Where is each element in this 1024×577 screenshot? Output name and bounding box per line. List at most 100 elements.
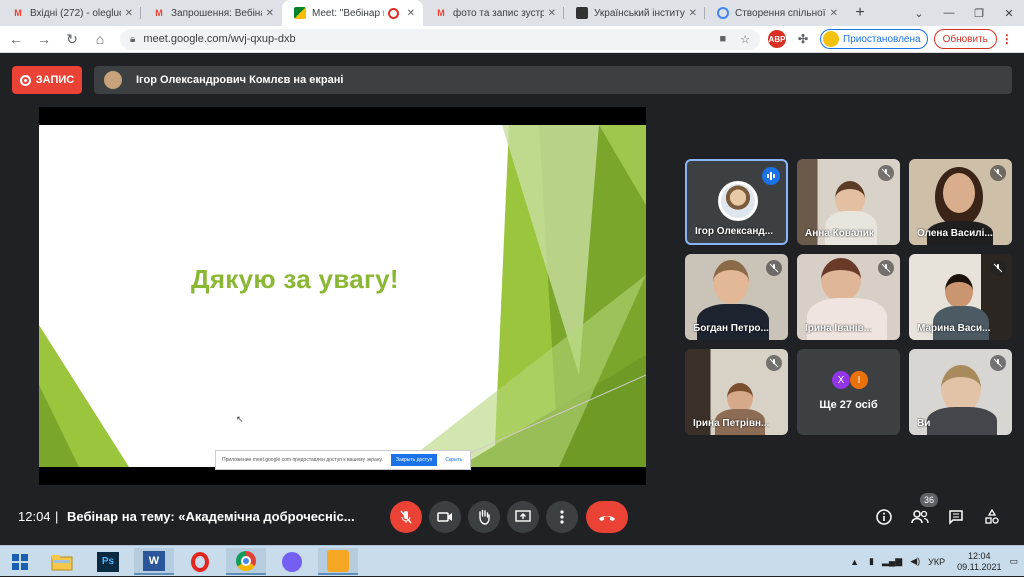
screen-share-notice: Приложение meet.google.com предоставлен … (215, 450, 471, 470)
tab-title: Український інститут (594, 7, 685, 19)
windows-start-icon[interactable] (0, 548, 40, 575)
hand-icon (479, 509, 490, 525)
participant-tile[interactable]: Ірина Петрівн... (685, 349, 788, 435)
camera-toggle-button[interactable] (429, 501, 461, 533)
forward-icon[interactable]: → (32, 27, 56, 51)
presentation-slide: Дякую за увагу! ↖ (39, 125, 646, 467)
more-options-button[interactable] (546, 501, 578, 533)
title-separator: | (55, 509, 59, 524)
gmail-icon: M (14, 8, 22, 18)
extensions-puzzle-icon[interactable]: ✣ (794, 30, 812, 48)
microphone-toggle-button[interactable] (390, 501, 422, 533)
muted-mic-icon (990, 355, 1006, 371)
activities-button[interactable] (981, 506, 1003, 528)
language-indicator[interactable]: УКР (928, 557, 945, 567)
participant-tile[interactable]: Ірина Іванів... (797, 254, 900, 340)
more-vert-icon (560, 510, 564, 524)
self-view-tile[interactable]: Ви (909, 349, 1012, 435)
meet-control-bar: 12:04 | Вебінар на тему: «Академічна доб… (0, 492, 1024, 542)
meeting-title: Вебінар на тему: «Академічна доброчесніс… (67, 509, 355, 524)
record-icon (19, 74, 31, 86)
tray-expand-icon[interactable]: ▲ (850, 557, 859, 567)
network-icon[interactable]: ▂▄▆ (882, 556, 902, 567)
taskbar-date: 09.11.2021 (957, 561, 1002, 572)
muted-mic-icon (990, 260, 1006, 276)
chat-icon (949, 510, 963, 525)
minimize-icon[interactable]: — (934, 0, 964, 26)
system-tray: ▲ ▮ ▂▄▆ ◀) УКР 12:04 09.11.2021 ▭ (850, 546, 1024, 577)
participant-avatar (718, 181, 758, 221)
people-button[interactable] (909, 506, 931, 528)
tab-gmail-photos[interactable]: M фото та запис зустрічі ✕ (423, 0, 564, 26)
participant-tile[interactable]: Марина Васи... (909, 254, 1012, 340)
presenter-banner: Ігор Олександрович Комлєв на екрані (94, 66, 1012, 94)
recording-indicator-icon (387, 7, 399, 19)
close-icon[interactable]: ✕ (407, 8, 415, 19)
notifications-icon[interactable]: ▭ (1009, 556, 1018, 567)
participant-name: Марина Васи... (917, 323, 991, 334)
participant-initial: X (832, 371, 850, 389)
muted-mic-icon (766, 260, 782, 276)
info-icon (876, 509, 892, 525)
tab-title: Meet: "Вебінар на (312, 7, 384, 19)
participant-name: Богдан Петро... (693, 323, 769, 334)
meet-icon (294, 7, 306, 19)
participant-tile[interactable]: Ігор Олександ... (685, 159, 788, 245)
tab-meet[interactable]: Meet: "Вебінар на ✕ (282, 0, 423, 26)
participant-tile[interactable]: Богдан Петро... (685, 254, 788, 340)
profile-chip[interactable]: Приостановлена (820, 29, 928, 49)
reload-icon[interactable]: ↻ (60, 27, 84, 51)
tab-gmail-invite[interactable]: M Запрошення: Вебінар ✕ (141, 0, 282, 26)
camera-indicator-icon[interactable]: ■ (719, 33, 726, 46)
tab-title: фото та запис зустрічі (453, 7, 544, 19)
taskbar-time: 12:04 (968, 550, 991, 561)
bookmark-star-icon[interactable]: ☆ (740, 33, 750, 46)
close-icon[interactable]: ✕ (830, 8, 838, 19)
close-icon[interactable]: ✕ (689, 8, 697, 19)
close-icon[interactable]: ✕ (266, 8, 274, 19)
close-icon[interactable]: ✕ (125, 8, 133, 19)
more-participants-tile[interactable]: X I Ще 27 осіб (797, 349, 900, 435)
opera-icon[interactable] (180, 548, 220, 575)
address-bar[interactable]: 🔒︎ meet.google.com/wvj-qxup-dxb ■ ☆ (120, 28, 760, 50)
meeting-details-button[interactable] (873, 506, 895, 528)
chat-button[interactable] (945, 506, 967, 528)
home-icon[interactable]: ⌂ (88, 27, 112, 51)
participant-tile[interactable]: Олена Василі... (909, 159, 1012, 245)
back-icon[interactable]: ← (4, 27, 28, 51)
participant-tile[interactable]: Анна Ковалик (797, 159, 900, 245)
muted-mic-icon (878, 260, 894, 276)
chrome-icon[interactable] (226, 548, 266, 575)
viber-icon[interactable] (272, 548, 312, 575)
raise-hand-button[interactable] (468, 501, 500, 533)
uiirc-icon (576, 7, 588, 19)
lock-icon[interactable]: 🔒︎ (130, 34, 135, 45)
photoshop-icon[interactable]: Ps (88, 548, 128, 575)
tab-search-icon[interactable]: ⌄ (904, 0, 934, 26)
gmail-icon: M (155, 8, 163, 18)
presenter-avatar (104, 71, 122, 89)
restore-icon[interactable]: ❐ (964, 0, 994, 26)
present-screen-button[interactable] (507, 501, 539, 533)
tab-institute[interactable]: Український інститут ✕ (564, 0, 705, 26)
close-icon[interactable]: ✕ (548, 8, 556, 19)
leave-call-button[interactable] (586, 501, 628, 533)
taskbar-clock[interactable]: 12:04 09.11.2021 (957, 551, 1001, 573)
activities-icon (985, 509, 999, 524)
stop-sharing-button[interactable]: Закрыть доступ (390, 454, 438, 466)
battery-icon[interactable]: ▮ (869, 556, 874, 567)
new-tab-button[interactable]: + (846, 0, 874, 26)
tab-gmail-inbox[interactable]: M Вхідні (272) - olegluchy ✕ (0, 0, 141, 26)
recording-button[interactable]: ЗАПИС (12, 66, 82, 94)
explorer-icon[interactable] (42, 548, 82, 575)
word-icon[interactable]: W (134, 548, 174, 575)
close-window-icon[interactable]: ✕ (994, 0, 1024, 26)
shared-screen[interactable]: Дякую за увагу! ↖ Приложение meet.google… (39, 107, 646, 485)
tab-google-create[interactable]: Створення спільної ✕ (705, 0, 846, 26)
hide-notice-link[interactable]: Скрыть (445, 457, 462, 463)
browser-menu-icon[interactable]: ⋮ (1001, 32, 1013, 46)
update-button[interactable]: Обновить (933, 29, 997, 49)
volume-icon[interactable]: ◀) (910, 556, 920, 567)
pdf-icon[interactable] (318, 548, 358, 575)
adblock-extension-icon[interactable]: ABP (768, 30, 786, 48)
